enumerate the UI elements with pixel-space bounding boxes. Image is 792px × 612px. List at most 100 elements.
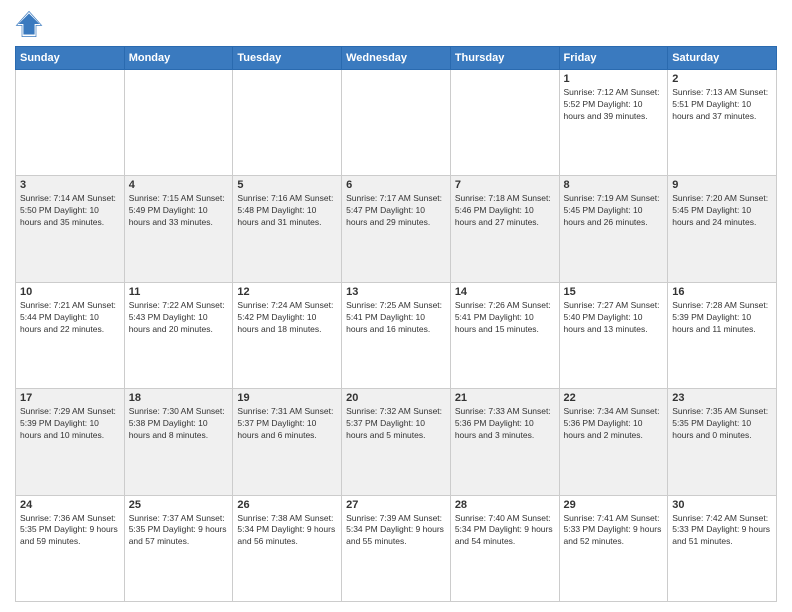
day-cell: 26Sunrise: 7:38 AM Sunset: 5:34 PM Dayli…: [233, 495, 342, 601]
col-header-sunday: Sunday: [16, 47, 125, 70]
day-cell: 30Sunrise: 7:42 AM Sunset: 5:33 PM Dayli…: [668, 495, 777, 601]
day-number: 9: [672, 179, 772, 191]
day-info: Sunrise: 7:29 AM Sunset: 5:39 PM Dayligh…: [20, 406, 120, 442]
day-cell: 1 Sunrise: 7:12 AM Sunset: 5:52 PM Daylig…: [559, 70, 668, 176]
week-row-2: 3 Sunrise: 7:14 AM Sunset: 5:50 PM Daylig…: [16, 176, 777, 282]
day-number: 16: [672, 286, 772, 298]
col-header-monday: Monday: [124, 47, 233, 70]
day-info: Sunrise: 7:14 AM Sunset: 5:50 PM Dayligh…: [20, 193, 120, 229]
day-cell: 28Sunrise: 7:40 AM Sunset: 5:34 PM Dayli…: [450, 495, 559, 601]
day-info: Sunrise: 7:39 AM Sunset: 5:34 PM Dayligh…: [346, 513, 446, 549]
day-number: 12: [237, 286, 337, 298]
day-number: 4: [129, 179, 229, 191]
day-number: 28: [455, 499, 555, 511]
day-cell: 21 Sunrise: 7:33 AM Sunset: 5:36 PM Dayli…: [450, 389, 559, 495]
col-header-tuesday: Tuesday: [233, 47, 342, 70]
day-number: 1: [564, 73, 664, 85]
day-info: Sunrise: 7:18 AM Sunset: 5:46 PM Dayligh…: [455, 193, 555, 229]
day-cell: 7 Sunrise: 7:18 AM Sunset: 5:46 PM Daylig…: [450, 176, 559, 282]
day-cell: 3 Sunrise: 7:14 AM Sunset: 5:50 PM Daylig…: [16, 176, 125, 282]
day-info: Sunrise: 7:41 AM Sunset: 5:33 PM Dayligh…: [564, 513, 664, 549]
day-cell: 27Sunrise: 7:39 AM Sunset: 5:34 PM Dayli…: [342, 495, 451, 601]
calendar-header: SundayMondayTuesdayWednesdayThursdayFrid…: [16, 47, 777, 70]
day-number: 15: [564, 286, 664, 298]
day-cell: 23 Sunrise: 7:35 AM Sunset: 5:35 PM Dayli…: [668, 389, 777, 495]
page-container: SundayMondayTuesdayWednesdayThursdayFrid…: [0, 0, 792, 612]
day-cell: [16, 70, 125, 176]
col-header-friday: Friday: [559, 47, 668, 70]
day-number: 24: [20, 499, 120, 511]
day-number: 7: [455, 179, 555, 191]
day-info: Sunrise: 7:34 AM Sunset: 5:36 PM Dayligh…: [564, 406, 664, 442]
day-number: 26: [237, 499, 337, 511]
header: [15, 10, 777, 38]
day-info: Sunrise: 7:15 AM Sunset: 5:49 PM Dayligh…: [129, 193, 229, 229]
day-cell: 14 Sunrise: 7:26 AM Sunset: 5:41 PM Dayli…: [450, 282, 559, 388]
day-cell: 9 Sunrise: 7:20 AM Sunset: 5:45 PM Daylig…: [668, 176, 777, 282]
day-number: 10: [20, 286, 120, 298]
week-row-5: 24 Sunrise: 7:36 AM Sunset: 5:35 PM Dayli…: [16, 495, 777, 601]
day-cell: 6Sunrise: 7:17 AM Sunset: 5:47 PM Daylig…: [342, 176, 451, 282]
day-number: 13: [346, 286, 446, 298]
day-cell: [124, 70, 233, 176]
day-number: 14: [455, 286, 555, 298]
day-info: Sunrise: 7:36 AM Sunset: 5:35 PM Dayligh…: [20, 513, 120, 549]
day-info: Sunrise: 7:37 AM Sunset: 5:35 PM Dayligh…: [129, 513, 229, 549]
logo: [15, 10, 47, 38]
day-number: 25: [129, 499, 229, 511]
day-info: Sunrise: 7:12 AM Sunset: 5:52 PM Dayligh…: [564, 87, 664, 123]
day-info: Sunrise: 7:31 AM Sunset: 5:37 PM Dayligh…: [237, 406, 337, 442]
day-cell: 29 Sunrise: 7:41 AM Sunset: 5:33 PM Dayli…: [559, 495, 668, 601]
day-number: 11: [129, 286, 229, 298]
day-info: Sunrise: 7:19 AM Sunset: 5:45 PM Dayligh…: [564, 193, 664, 229]
day-number: 20: [346, 392, 446, 404]
day-info: Sunrise: 7:28 AM Sunset: 5:39 PM Dayligh…: [672, 300, 772, 336]
day-cell: [233, 70, 342, 176]
day-cell: 17 Sunrise: 7:29 AM Sunset: 5:39 PM Dayli…: [16, 389, 125, 495]
day-info: Sunrise: 7:22 AM Sunset: 5:43 PM Dayligh…: [129, 300, 229, 336]
day-info: Sunrise: 7:20 AM Sunset: 5:45 PM Dayligh…: [672, 193, 772, 229]
day-number: 5: [237, 179, 337, 191]
day-cell: 10Sunrise: 7:21 AM Sunset: 5:44 PM Dayli…: [16, 282, 125, 388]
day-cell: 11 Sunrise: 7:22 AM Sunset: 5:43 PM Dayli…: [124, 282, 233, 388]
col-header-wednesday: Wednesday: [342, 47, 451, 70]
day-info: Sunrise: 7:25 AM Sunset: 5:41 PM Dayligh…: [346, 300, 446, 336]
day-info: Sunrise: 7:35 AM Sunset: 5:35 PM Dayligh…: [672, 406, 772, 442]
day-number: 6: [346, 179, 446, 191]
col-header-saturday: Saturday: [668, 47, 777, 70]
day-number: 21: [455, 392, 555, 404]
day-number: 17: [20, 392, 120, 404]
day-info: Sunrise: 7:13 AM Sunset: 5:51 PM Dayligh…: [672, 87, 772, 123]
day-info: Sunrise: 7:33 AM Sunset: 5:36 PM Dayligh…: [455, 406, 555, 442]
day-info: Sunrise: 7:32 AM Sunset: 5:37 PM Dayligh…: [346, 406, 446, 442]
day-cell: 20 Sunrise: 7:32 AM Sunset: 5:37 PM Dayli…: [342, 389, 451, 495]
day-cell: 22 Sunrise: 7:34 AM Sunset: 5:36 PM Dayli…: [559, 389, 668, 495]
day-info: Sunrise: 7:16 AM Sunset: 5:48 PM Dayligh…: [237, 193, 337, 229]
day-number: 3: [20, 179, 120, 191]
col-header-thursday: Thursday: [450, 47, 559, 70]
day-cell: 12 Sunrise: 7:24 AM Sunset: 5:42 PM Dayli…: [233, 282, 342, 388]
day-cell: [342, 70, 451, 176]
day-cell: 24 Sunrise: 7:36 AM Sunset: 5:35 PM Dayli…: [16, 495, 125, 601]
day-cell: [450, 70, 559, 176]
day-info: Sunrise: 7:26 AM Sunset: 5:41 PM Dayligh…: [455, 300, 555, 336]
day-number: 30: [672, 499, 772, 511]
day-cell: 18 Sunrise: 7:30 AM Sunset: 5:38 PM Dayli…: [124, 389, 233, 495]
day-number: 18: [129, 392, 229, 404]
logo-icon: [15, 10, 43, 38]
day-number: 23: [672, 392, 772, 404]
day-number: 29: [564, 499, 664, 511]
day-info: Sunrise: 7:27 AM Sunset: 5:40 PM Dayligh…: [564, 300, 664, 336]
day-number: 22: [564, 392, 664, 404]
day-cell: 16 Sunrise: 7:28 AM Sunset: 5:39 PM Dayli…: [668, 282, 777, 388]
calendar-body: 1 Sunrise: 7:12 AM Sunset: 5:52 PM Daylig…: [16, 70, 777, 602]
day-cell: 13 Sunrise: 7:25 AM Sunset: 5:41 PM Dayli…: [342, 282, 451, 388]
day-cell: 25 Sunrise: 7:37 AM Sunset: 5:35 PM Dayli…: [124, 495, 233, 601]
day-cell: 4 Sunrise: 7:15 AM Sunset: 5:49 PM Daylig…: [124, 176, 233, 282]
day-info: Sunrise: 7:30 AM Sunset: 5:38 PM Dayligh…: [129, 406, 229, 442]
day-cell: 8Sunrise: 7:19 AM Sunset: 5:45 PM Daylig…: [559, 176, 668, 282]
week-row-1: 1 Sunrise: 7:12 AM Sunset: 5:52 PM Daylig…: [16, 70, 777, 176]
calendar: SundayMondayTuesdayWednesdayThursdayFrid…: [15, 46, 777, 602]
day-info: Sunrise: 7:24 AM Sunset: 5:42 PM Dayligh…: [237, 300, 337, 336]
day-cell: 19Sunrise: 7:31 AM Sunset: 5:37 PM Dayli…: [233, 389, 342, 495]
